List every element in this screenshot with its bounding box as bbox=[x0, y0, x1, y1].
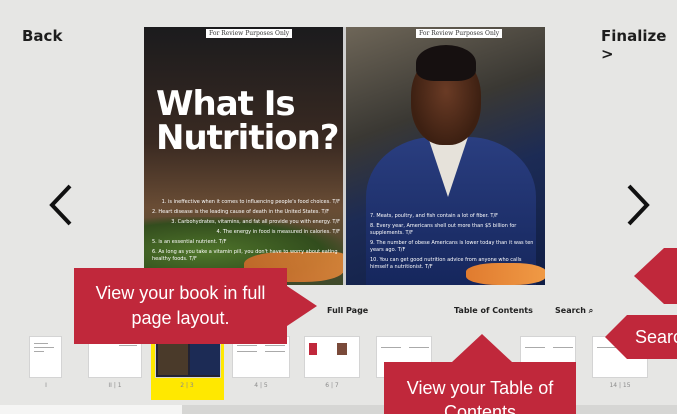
navigation-help-callout bbox=[634, 248, 677, 304]
thumbnail-label: 6 | 7 bbox=[325, 382, 339, 389]
photo-hair bbox=[416, 45, 476, 81]
review-watermark: For Review Purposes Only bbox=[206, 29, 293, 38]
quiz-fact: 6. As long as you take a vitamin pill, y… bbox=[152, 249, 338, 262]
chapter-title: What Is Nutrition? bbox=[156, 84, 340, 158]
quiz-facts-right: 7. Meats, poultry, and fish contain a lo… bbox=[370, 213, 540, 274]
quiz-fact: 8. Every year, Americans shell out more … bbox=[370, 223, 517, 236]
book-right-page: For Review Purposes Only 7. Meats, poult… bbox=[346, 27, 545, 285]
thumbnail-label: 2 | 3 bbox=[180, 382, 194, 389]
table-of-contents-button[interactable]: Table of Contents bbox=[454, 306, 533, 315]
thumbnail-page-i[interactable] bbox=[29, 336, 62, 378]
quiz-fact: 3. Carbohydrates, vitamins, and fat all … bbox=[171, 219, 340, 225]
previous-page-arrow-icon[interactable] bbox=[42, 180, 82, 230]
quiz-fact: 1. is ineffective when it comes to influ… bbox=[161, 199, 340, 205]
finalize-button[interactable]: Finalize > bbox=[601, 27, 677, 63]
thumbnail-label: 14 | 15 bbox=[609, 382, 631, 389]
search-help-callout: Searc bbox=[605, 315, 677, 359]
search-button[interactable]: Search ⌕ bbox=[555, 306, 593, 316]
quiz-fact: 7. Meats, poultry, and fish contain a lo… bbox=[370, 213, 499, 219]
thumbnail-scrollbar-thumb[interactable] bbox=[0, 405, 182, 414]
next-page-arrow-icon[interactable] bbox=[619, 180, 659, 230]
thumbnail-label: II | 1 bbox=[108, 382, 122, 389]
quiz-facts-left: 1. is ineffective when it comes to influ… bbox=[152, 199, 340, 266]
quiz-fact: 4. The energy in food is measured in cal… bbox=[216, 229, 340, 235]
book-left-page: For Review Purposes Only What Is Nutriti… bbox=[144, 27, 343, 285]
quiz-fact: 5. is an essential nutrient. T/F bbox=[152, 239, 227, 245]
quiz-fact: 10. You can get good nutrition advice fr… bbox=[370, 257, 522, 270]
thumbnail-page-6-7[interactable] bbox=[304, 336, 360, 378]
quiz-fact: 9. The number of obese Americans is lowe… bbox=[370, 240, 534, 253]
quiz-fact: 2. Heart disease is the leading cause of… bbox=[152, 209, 330, 215]
toc-help-callout: View your Table of Contents bbox=[384, 334, 576, 414]
back-button[interactable]: Back bbox=[22, 27, 62, 45]
full-page-button[interactable]: Full Page bbox=[327, 306, 368, 315]
thumbnail-label: 4 | 5 bbox=[254, 382, 268, 389]
review-watermark: For Review Purposes Only bbox=[416, 29, 503, 38]
thumbnail-label: I bbox=[45, 382, 47, 389]
full-page-help-callout: View your book in full page layout. bbox=[74, 268, 317, 344]
